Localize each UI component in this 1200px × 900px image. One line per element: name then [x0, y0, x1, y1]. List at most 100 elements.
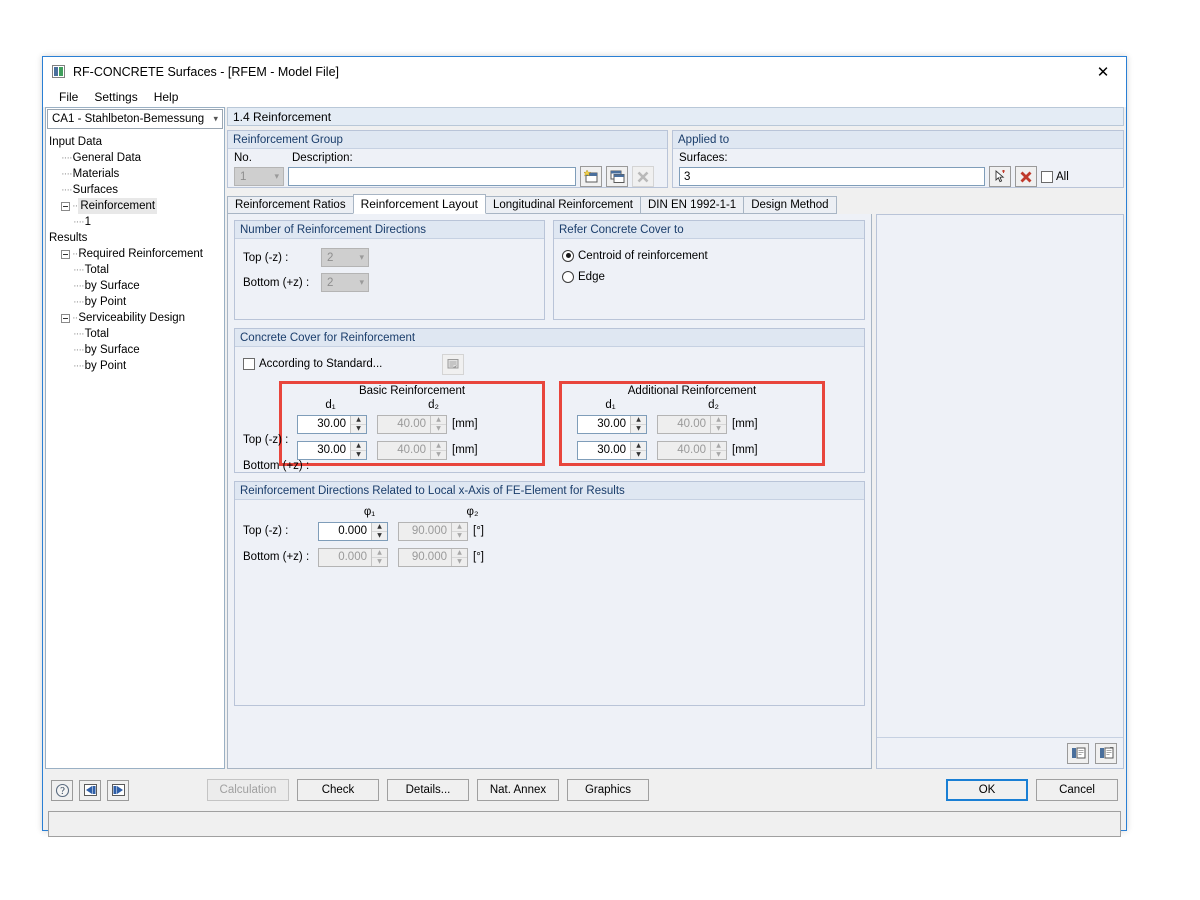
additional-d1-header: d₁: [605, 399, 616, 411]
tree-item[interactable]: ···· 1: [49, 214, 224, 230]
reinforcement-no-combo[interactable]: 1 ▾: [234, 167, 284, 186]
cancel-button[interactable]: Cancel: [1036, 779, 1118, 801]
tab-design-method[interactable]: Design Method: [743, 196, 837, 214]
tree-expander-icon[interactable]: [61, 201, 70, 211]
footer-button-check[interactable]: Check: [297, 779, 379, 801]
spinner-buttons[interactable]: ▲ ▼: [630, 441, 646, 459]
tab-reinforcement-ratios[interactable]: Reinforcement Ratios: [227, 196, 354, 214]
tree-item[interactable]: ·· Reinforcement: [49, 198, 224, 214]
spinner-buttons[interactable]: ▲ ▼: [350, 415, 366, 433]
previous-icon[interactable]: [79, 779, 101, 801]
tab-longitudinal-reinforcement[interactable]: Longitudinal Reinforcement: [484, 196, 641, 214]
footer-button-details[interactable]: Details...: [387, 779, 469, 801]
tree-item[interactable]: ·· Required Reinforcement: [49, 246, 224, 262]
tree-item[interactable]: ···· Total: [49, 262, 224, 278]
tab-din-en-1992-1-1[interactable]: DIN EN 1992-1-1: [640, 196, 745, 214]
basic-top-d2-spinner: 40.00 ▲ ▼: [377, 414, 447, 434]
additional-top-d1-value: 30.00: [597, 418, 626, 430]
spinner-buttons[interactable]: ▲ ▼: [630, 415, 646, 433]
footer-button-graphics[interactable]: Graphics: [567, 779, 649, 801]
menu-help[interactable]: Help: [146, 88, 187, 106]
additional-top-d2-value: 40.00: [677, 418, 706, 430]
spinner-buttons: ▲ ▼: [371, 548, 387, 566]
menu-bar: File Settings Help: [43, 86, 1126, 107]
tree-item-label: Reinforcement: [78, 198, 158, 214]
description-input[interactable]: [288, 167, 576, 186]
directions-top-combo[interactable]: 2 ▾: [321, 248, 369, 267]
tree-item[interactable]: ·· Serviceability Design: [49, 310, 224, 326]
local-top-phi1-spinner[interactable]: 0.000 ▲ ▼: [318, 521, 388, 541]
according-to-standard-checkbox[interactable]: According to Standard...: [243, 358, 382, 370]
tree-connector: ····: [61, 152, 73, 164]
basic-reinforcement-title: Basic Reinforcement: [358, 385, 466, 397]
radio-edge[interactable]: Edge: [562, 266, 856, 287]
tree-item[interactable]: ···· by Surface: [49, 342, 224, 358]
red-x-icon[interactable]: [1015, 166, 1037, 187]
chevron-down-icon: ▾: [213, 113, 218, 124]
directions-bottom-combo[interactable]: 2 ▾: [321, 273, 369, 292]
tree-expander-icon[interactable]: [61, 313, 70, 323]
tree-connector: ····: [73, 344, 85, 356]
local-directions-group: Reinforcement Directions Related to Loca…: [234, 481, 865, 706]
surfaces-input[interactable]: 3: [679, 167, 985, 186]
tab-reinforcement-layout[interactable]: Reinforcement Layout: [352, 194, 486, 214]
tree-item-label: by Surface: [84, 344, 140, 356]
spinner-buttons: ▲ ▼: [430, 441, 446, 459]
tree-item[interactable]: ···· Materials: [49, 166, 224, 182]
tree-item[interactable]: ···· by Surface: [49, 278, 224, 294]
local-bottom-phi2-value: 90.000: [411, 551, 447, 563]
export-table-icon[interactable]: [1067, 742, 1089, 764]
spinner-buttons: ▲ ▼: [451, 522, 467, 540]
content-area: 1.4 Reinforcement Reinforcement Group No…: [227, 107, 1124, 769]
tree-item-label: Serviceability Design: [78, 312, 186, 324]
pick-cursor-icon[interactable]: [989, 166, 1011, 187]
footer-icon-group: ?: [51, 779, 129, 801]
basic-d2-header: d₂: [428, 399, 439, 411]
additional-top-d2-spinner: 40.00 ▲ ▼: [657, 414, 727, 434]
tree-item-label: by Point: [84, 296, 127, 308]
tree-item[interactable]: Results: [49, 230, 224, 246]
directions-top-label: Top (-z) :: [243, 251, 289, 264]
new-icon[interactable]: [580, 166, 602, 187]
radio-centroid[interactable]: Centroid of reinforcement: [562, 245, 856, 266]
tree-item[interactable]: Input Data: [49, 134, 224, 150]
preview-panel: [876, 214, 1124, 769]
tree-item[interactable]: ···· General Data: [49, 150, 224, 166]
ok-button[interactable]: OK: [946, 779, 1028, 801]
additional-bottom-d1-spinner[interactable]: 30.00 ▲ ▼: [577, 440, 647, 460]
local-top-phi2-value: 90.000: [411, 525, 447, 537]
tree-connector: ····: [73, 264, 85, 276]
preview-graphic-area[interactable]: [877, 215, 1123, 737]
help-icon[interactable]: ?: [51, 779, 73, 801]
menu-file[interactable]: File: [51, 88, 86, 106]
menu-settings[interactable]: Settings: [86, 88, 145, 106]
spinner-buttons: ▲ ▼: [430, 415, 446, 433]
tree-item-label: Input Data: [49, 136, 103, 148]
next-icon[interactable]: [107, 779, 129, 801]
title-bar: RF-CONCRETE Surfaces - [RFEM - Model Fil…: [43, 57, 1126, 86]
tree-expander-icon[interactable]: [61, 249, 70, 259]
tree-item[interactable]: ···· Total: [49, 326, 224, 342]
all-checkbox[interactable]: All: [1041, 170, 1069, 183]
tree-item-label: 1: [84, 216, 92, 228]
directions-bottom-label: Bottom (+z) :: [243, 276, 310, 289]
dialog-buttons: OK Cancel: [946, 779, 1118, 801]
surfaces-value: 3: [684, 170, 691, 183]
tree-item[interactable]: ···· Surfaces: [49, 182, 224, 198]
applied-to-group-box: Applied to Surfaces: 3 All: [672, 130, 1124, 188]
spinner-buttons[interactable]: ▲ ▼: [350, 441, 366, 459]
spinner-buttons[interactable]: ▲ ▼: [371, 522, 387, 540]
tree-item[interactable]: ···· by Point: [49, 358, 224, 374]
footer-button-nat-annex[interactable]: Nat. Annex: [477, 779, 559, 801]
copy-icon[interactable]: [606, 166, 628, 187]
local-directions-title: Reinforcement Directions Related to Loca…: [235, 482, 864, 500]
refer-cover-title: Refer Concrete Cover to: [554, 221, 864, 239]
design-case-combo[interactable]: CA1 - Stahlbeton-Bemessung ▾: [47, 109, 223, 129]
close-icon[interactable]: ✕: [1080, 57, 1126, 86]
all-checkbox-box: [1041, 170, 1053, 183]
additional-top-d1-spinner[interactable]: 30.00 ▲ ▼: [577, 414, 647, 434]
tree-item[interactable]: ···· by Point: [49, 294, 224, 310]
tree-connector: ····: [73, 216, 85, 228]
additional-bottom-unit: [mm]: [732, 444, 758, 456]
print-table-icon[interactable]: [1095, 742, 1117, 764]
